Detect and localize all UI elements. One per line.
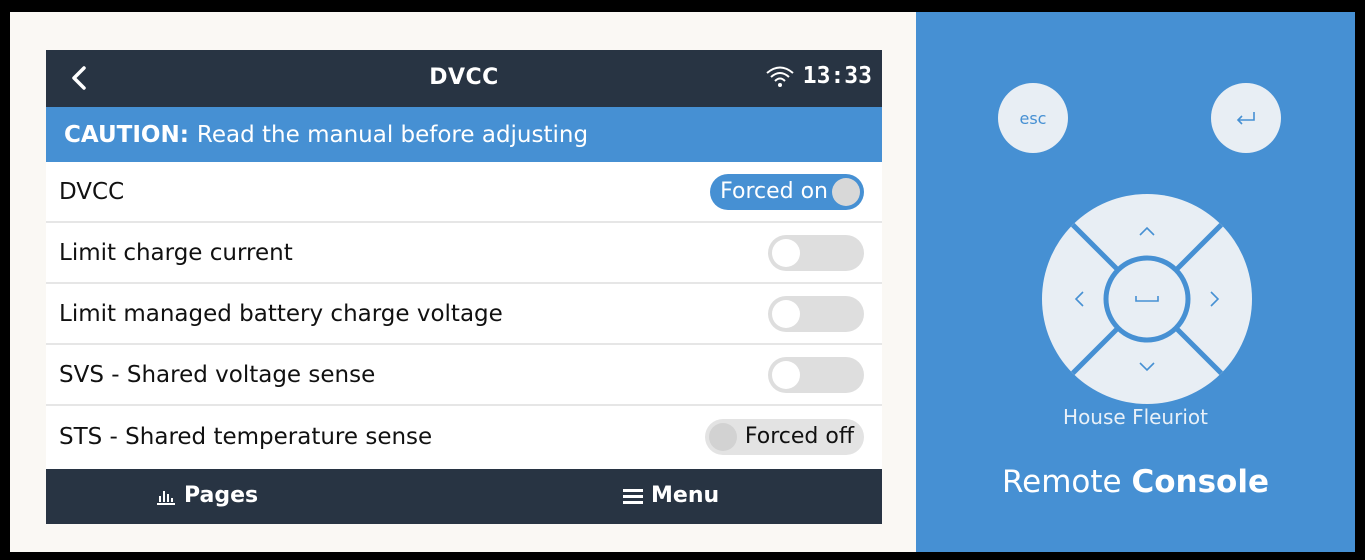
device-screen: DVCC 13:33 CAUTION: Read the manual befo… bbox=[46, 50, 882, 524]
enter-button[interactable] bbox=[1211, 83, 1281, 153]
sts-forced-off-switch[interactable]: Forced off bbox=[704, 418, 864, 455]
status-area: 13:33 bbox=[765, 63, 872, 89]
dvcc-forced-on-switch[interactable]: Forced on bbox=[710, 173, 864, 210]
top-bar: DVCC 13:33 bbox=[46, 50, 882, 107]
wifi-icon bbox=[766, 66, 794, 87]
switch-knob bbox=[772, 299, 800, 328]
bottom-bar: Pages Menu bbox=[46, 469, 882, 524]
pages-chart-icon bbox=[157, 490, 175, 505]
setting-row-dvcc[interactable]: DVCC Forced on bbox=[46, 162, 882, 223]
switch-knob bbox=[832, 177, 860, 206]
caution-text: Read the manual before adjusting bbox=[196, 121, 589, 148]
setting-label: Limit managed battery charge voltage bbox=[59, 300, 503, 327]
setting-label: SVS - Shared voltage sense bbox=[59, 361, 376, 388]
page-title: DVCC bbox=[429, 65, 499, 90]
esc-label: esc bbox=[1019, 108, 1047, 128]
clock: 13:33 bbox=[802, 63, 872, 89]
app-frame: DVCC 13:33 CAUTION: Read the manual befo… bbox=[10, 12, 1355, 552]
caution-label: CAUTION: bbox=[64, 121, 189, 148]
remote-console-panel: esc House Fleuriot Remote Console bbox=[916, 12, 1355, 552]
hamburger-menu-icon bbox=[623, 488, 643, 504]
setting-row-svs[interactable]: SVS - Shared voltage sense bbox=[46, 345, 882, 406]
switch-knob bbox=[708, 422, 737, 451]
brand-bold: Console bbox=[1131, 464, 1269, 500]
limit-charge-current-toggle[interactable] bbox=[768, 234, 864, 271]
setting-label: STS - Shared temperature sense bbox=[59, 423, 433, 450]
limit-battery-voltage-toggle[interactable] bbox=[768, 295, 864, 332]
menu-label: Menu bbox=[651, 483, 720, 508]
setting-row-limit-charge-current[interactable]: Limit charge current bbox=[46, 223, 882, 284]
caution-banner: CAUTION: Read the manual before adjustin… bbox=[46, 107, 882, 162]
svs-toggle[interactable] bbox=[768, 356, 864, 393]
settings-list: DVCC Forced on Limit charge current Limi… bbox=[46, 162, 882, 467]
menu-button[interactable]: Menu bbox=[623, 483, 719, 508]
pages-button[interactable]: Pages bbox=[156, 483, 258, 508]
switch-state-label: Forced off bbox=[744, 424, 854, 449]
setting-row-limit-battery-voltage[interactable]: Limit managed battery charge voltage bbox=[46, 284, 882, 345]
brand-regular: Remote bbox=[1001, 464, 1122, 500]
device-panel: DVCC 13:33 CAUTION: Read the manual befo… bbox=[10, 12, 916, 552]
dpad bbox=[1042, 194, 1252, 404]
device-name: House Fleuriot bbox=[1063, 405, 1208, 429]
remote-console-brand: Remote Console bbox=[916, 464, 1355, 500]
setting-row-sts[interactable]: STS - Shared temperature sense Forced of… bbox=[46, 406, 882, 467]
pages-label: Pages bbox=[184, 483, 259, 508]
esc-button[interactable]: esc bbox=[998, 83, 1068, 153]
setting-label: DVCC bbox=[59, 178, 125, 205]
switch-state-label: Forced on bbox=[720, 179, 828, 204]
switch-knob bbox=[772, 360, 800, 389]
switch-knob bbox=[772, 238, 800, 267]
setting-label: Limit charge current bbox=[59, 239, 293, 266]
enter-arrow-icon bbox=[1236, 112, 1255, 125]
